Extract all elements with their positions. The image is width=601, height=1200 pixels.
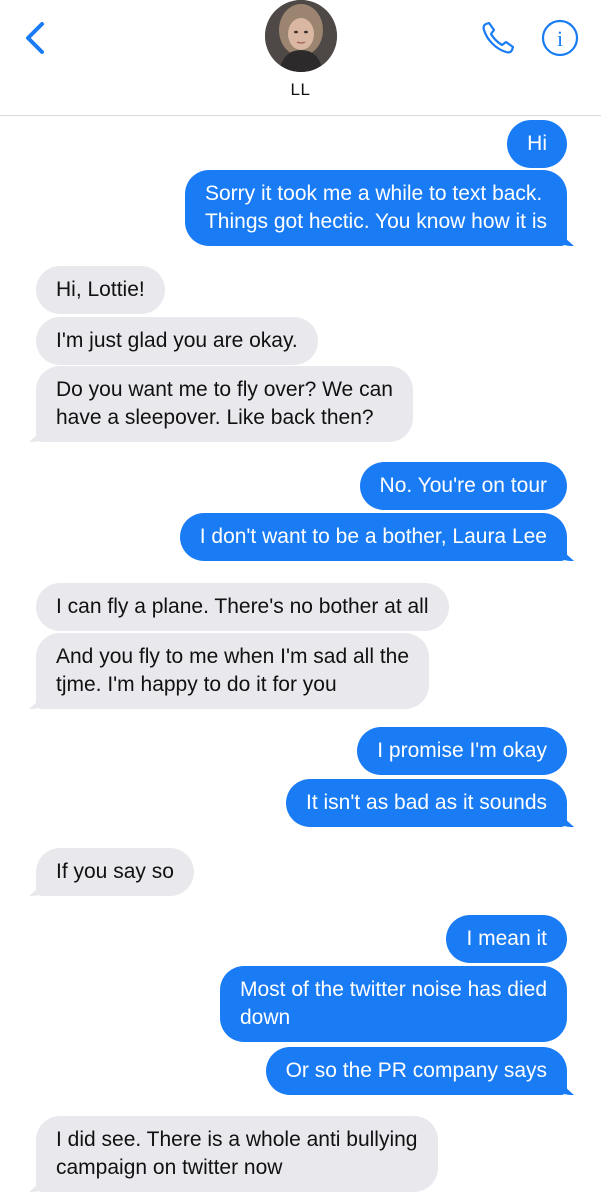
call-button[interactable] (478, 18, 518, 58)
avatar-photo (265, 0, 337, 72)
message-sent[interactable]: It isn't as bad as it sounds (286, 779, 567, 827)
message-sent[interactable]: I mean it (446, 915, 567, 963)
message-received[interactable]: I can fly a plane. There's no bother at … (36, 583, 449, 631)
message-received[interactable]: Do you want me to fly over? We can have … (36, 366, 413, 442)
message-sent[interactable]: No. You're on tour (359, 462, 567, 510)
svg-text:i: i (557, 26, 563, 51)
message-received[interactable]: If you say so (36, 848, 194, 896)
message-sent[interactable]: Or so the PR company says (265, 1047, 567, 1095)
message-sent[interactable]: Sorry it took me a while to text back. T… (184, 170, 567, 246)
message-received[interactable]: Hi, Lottie! (36, 266, 165, 314)
message-received[interactable]: I'm just glad you are okay. (36, 317, 318, 365)
info-button[interactable]: i (540, 18, 580, 58)
back-button[interactable] (18, 18, 58, 58)
chevron-left-icon (26, 22, 44, 54)
contact-name[interactable]: LL (0, 80, 601, 100)
message-sent[interactable]: I promise I'm okay (357, 727, 567, 775)
message-sent[interactable]: Hi (507, 120, 567, 168)
message-sent[interactable]: Most of the twitter noise has died down (220, 966, 567, 1042)
info-icon: i (541, 19, 579, 57)
message-received[interactable]: I did see. There is a whole anti bullyin… (36, 1116, 438, 1192)
phone-icon (482, 21, 515, 54)
message-sent[interactable]: I don't want to be a bother, Laura Lee (179, 513, 567, 561)
avatar[interactable] (265, 0, 337, 72)
conversation-header: LL i (0, 0, 601, 116)
message-received[interactable]: And you fly to me when I'm sad all the t… (36, 633, 430, 709)
